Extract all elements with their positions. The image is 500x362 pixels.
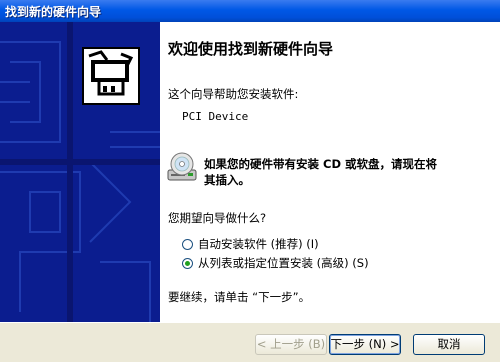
option-auto-install-label: 自动安装软件 (推荐) (I) [198, 237, 319, 251]
cd-drive-icon [167, 152, 197, 181]
button-bar: < 上一步 (B) 下一步 (N) > 取消 [0, 322, 500, 362]
option-manual-install[interactable]: 从列表或指定位置安装 (高级) (S) [182, 255, 369, 271]
intro-text: 这个向导帮助您安装软件: [168, 87, 299, 101]
radio-manual-install[interactable] [182, 257, 193, 269]
window-title: 找到新的硬件向导 [5, 5, 102, 19]
device-name: PCI Device [182, 110, 249, 123]
back-button[interactable]: < 上一步 (B) [255, 334, 327, 355]
cd-hint-line2: 其插入。 [204, 173, 250, 187]
wizard-content: 欢迎使用找到新硬件向导 这个向导帮助您安装软件: PCI Device 如果您的… [160, 22, 500, 322]
option-manual-install-label: 从列表或指定位置安装 (高级) (S) [198, 256, 369, 270]
question-text: 您期望向导做什么? [168, 211, 267, 225]
wizard-side-panel [0, 22, 160, 322]
cancel-button[interactable]: 取消 [413, 334, 485, 355]
page-title: 欢迎使用找到新硬件向导 [168, 40, 334, 58]
hardware-wizard-icon [82, 47, 140, 105]
next-button[interactable]: 下一步 (N) > [329, 334, 401, 355]
continue-text: 要继续，请单击 “下一步”。 [168, 290, 311, 304]
option-auto-install[interactable]: 自动安装软件 (推荐) (I) [182, 236, 319, 252]
radio-auto-install[interactable] [182, 238, 193, 250]
cd-hint-line1: 如果您的硬件带有安装 CD 或软盘，请现在将 [204, 157, 437, 171]
title-bar[interactable]: 找到新的硬件向导 [0, 0, 500, 22]
